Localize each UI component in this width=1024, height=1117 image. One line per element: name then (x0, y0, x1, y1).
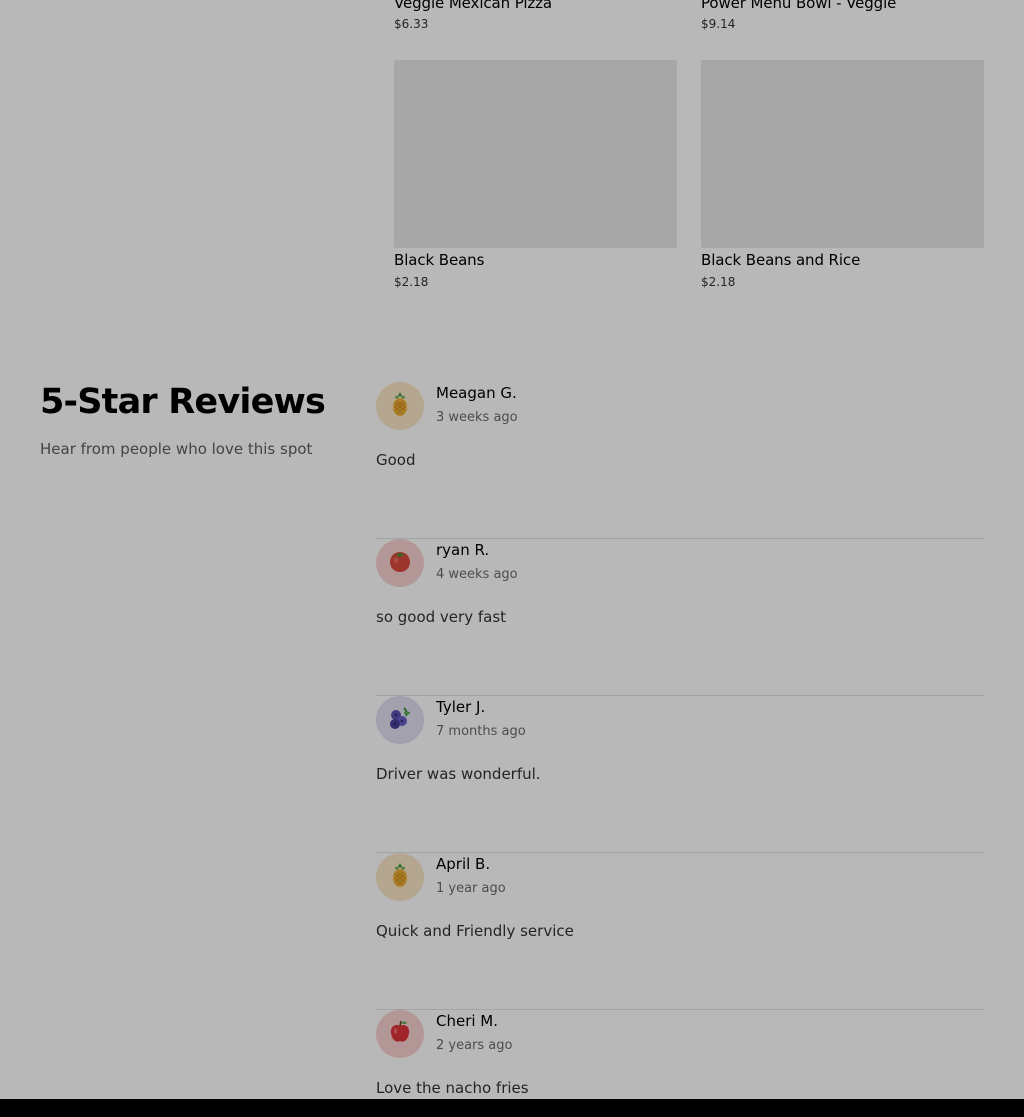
menu-item-image[interactable] (701, 60, 984, 248)
reviewer-name: ryan R. (436, 541, 490, 559)
menu-item-name: Power Menu Bowl - Veggie (701, 0, 897, 12)
menu-item[interactable]: Power Menu Bowl - Veggie $9.14 (701, 0, 984, 31)
apple-icon (386, 1018, 414, 1050)
avatar (376, 853, 424, 901)
review-text: Love the nacho fries (376, 1079, 529, 1097)
menu-item-price: $2.18 (394, 275, 429, 289)
review-text: Good (376, 451, 416, 469)
review-card: Meagan G. 3 weeks ago Good (376, 382, 984, 539)
review-time: 1 year ago (436, 881, 506, 896)
review-time: 4 weeks ago (436, 567, 518, 582)
review-card: ryan R. 4 weeks ago so good very fast (376, 539, 984, 696)
bottom-bar (0, 1099, 1024, 1117)
pineapple-icon (386, 390, 414, 422)
avatar (376, 1010, 424, 1058)
review-text: Quick and Friendly service (376, 922, 574, 940)
avatar (376, 696, 424, 744)
menu-item-price: $9.14 (701, 17, 736, 31)
reviewer-name: Tyler J. (436, 698, 486, 716)
reviewer-name: Cheri M. (436, 1012, 499, 1030)
review-card: April B. 1 year ago Quick and Friendly s… (376, 853, 984, 1010)
menu-item-price: $6.33 (394, 17, 429, 31)
menu-item-name: Black Beans (394, 251, 485, 269)
review-text: Driver was wonderful. (376, 765, 541, 783)
menu-item[interactable]: Veggie Mexican Pizza $6.33 (394, 0, 677, 31)
menu-item-name: Veggie Mexican Pizza (394, 0, 553, 12)
review-time: 7 months ago (436, 724, 526, 739)
tomato-icon (386, 547, 414, 579)
review-time: 3 weeks ago (436, 410, 518, 425)
reviews-subtitle: Hear from people who love this spot (40, 440, 313, 458)
menu-item[interactable]: Black Beans $2.18 (394, 251, 677, 289)
reviews-title: 5-Star Reviews (40, 382, 326, 422)
avatar (376, 382, 424, 430)
menu-item[interactable]: Black Beans and Rice $2.18 (701, 251, 984, 289)
reviewer-name: Meagan G. (436, 384, 517, 402)
review-time: 2 years ago (436, 1038, 513, 1053)
menu-item-price: $2.18 (701, 275, 736, 289)
menu-item-image[interactable] (394, 60, 677, 248)
pineapple-icon (386, 861, 414, 893)
review-card: Tyler J. 7 months ago Driver was wonderf… (376, 696, 984, 853)
store-page: Veggie Mexican Pizza $6.33 Power Menu Bo… (0, 0, 1024, 1117)
reviewer-name: April B. (436, 855, 491, 873)
menu-item-name: Black Beans and Rice (701, 251, 861, 269)
blueberries-icon (386, 704, 414, 736)
avatar (376, 539, 424, 587)
review-text: so good very fast (376, 608, 507, 626)
